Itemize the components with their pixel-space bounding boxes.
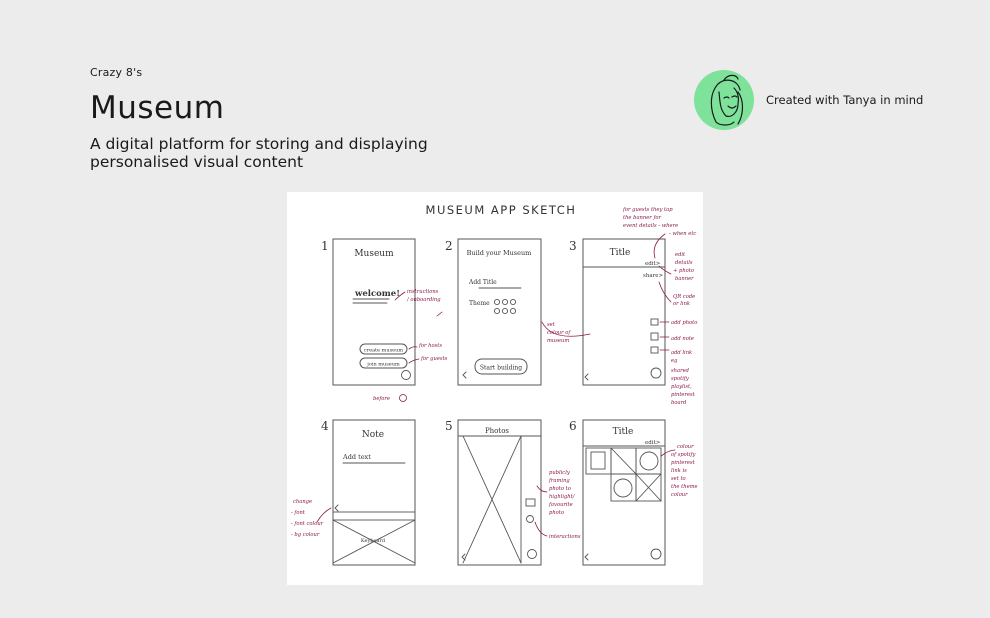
- screen-3-edit: edit>: [645, 261, 661, 267]
- avatar: [694, 70, 754, 130]
- screen-2-field: Add Title: [468, 279, 497, 286]
- page-title: Museum: [90, 90, 225, 126]
- note-for-guests: for guests: [420, 356, 448, 362]
- page-subtitle: A digital platform for storing and displ…: [90, 135, 428, 171]
- screen-2-title: Build your Museum: [467, 249, 532, 257]
- screen-6-edit: edit>: [645, 440, 661, 446]
- note-add-note: add note: [671, 336, 694, 342]
- screen-1-title: Museum: [354, 249, 394, 259]
- sketch-image: MUSEUM APP SKETCH 1 2 3 4 5 6 Museum wel…: [287, 192, 703, 585]
- note-qr-1: QR code: [673, 294, 695, 300]
- screen-6-title: Title: [613, 427, 634, 437]
- note-add-link-6: pinterest: [671, 392, 696, 398]
- note-publicly-6: photo: [549, 510, 564, 516]
- note-publicly-1: publicly: [549, 470, 570, 476]
- note-set-colour-1: set: [547, 322, 556, 328]
- screen-3-number: 3: [569, 239, 577, 253]
- credit-text: Created with Tanya in mind: [766, 93, 924, 107]
- note-add-link-4: spotify: [671, 376, 689, 382]
- note-add-link-5: playlist,: [671, 384, 692, 390]
- screen-6-number: 6: [569, 419, 577, 433]
- screen-1-number: 1: [321, 239, 329, 253]
- note-add-photo: add photo: [671, 320, 697, 326]
- screen-2-start-label: Start building: [480, 365, 522, 372]
- note-publicly-2: framing: [548, 478, 570, 484]
- note-change-3: - font colour: [291, 521, 324, 527]
- note-change-2: - font: [291, 510, 306, 516]
- screen-4-number: 4: [321, 419, 329, 433]
- note-edit-details-4: banner: [675, 276, 694, 282]
- screen-2-number: 2: [445, 239, 453, 253]
- note-publicly-4: highlight/: [549, 494, 576, 500]
- note-guests-2: the banner for: [623, 215, 661, 221]
- note-before: before: [373, 396, 390, 402]
- note-qr-2: or link: [673, 301, 690, 307]
- note-publicly-3: photo to: [549, 486, 571, 492]
- note-add-link-1: add link: [671, 350, 692, 356]
- screen-3-title: Title: [610, 248, 631, 258]
- note-edit-details-1: edit: [675, 252, 686, 258]
- note-add-link-7: board: [671, 400, 687, 406]
- screen-3-share: share>: [643, 273, 664, 279]
- note-colour-spotify-3: pinterest: [671, 460, 696, 466]
- note-colour-spotify-6: the theme: [671, 484, 698, 490]
- note-colour-spotify-4: link is: [671, 468, 687, 474]
- sketch-heading: MUSEUM APP SKETCH: [426, 203, 577, 217]
- screen-2-theme: Theme: [469, 300, 490, 307]
- note-colour-spotify-1: colour: [677, 444, 694, 450]
- note-interactions: interactions: [549, 534, 581, 540]
- screen-1-welcome: welcome!: [354, 289, 400, 299]
- note-guests-3: event details - where: [623, 223, 678, 229]
- note-colour-spotify-5: set to: [671, 476, 686, 482]
- face-sketch-icon: [710, 74, 744, 126]
- screen-4-field: Add text: [342, 453, 371, 461]
- eyebrow-label: Crazy 8's: [90, 66, 143, 79]
- screen-4-title: Note: [362, 430, 384, 440]
- note-set-colour-3: museum: [547, 338, 569, 344]
- note-edit-details-3: + photo: [673, 268, 694, 274]
- note-add-link-3: shared: [671, 368, 690, 374]
- screen-1-create-label: create museum: [364, 348, 403, 354]
- note-publicly-5: favourite: [548, 502, 573, 508]
- note-add-link-2: eg: [671, 358, 678, 364]
- note-colour-spotify-2: of spotify: [671, 452, 695, 458]
- note-guests-4: - when etc: [669, 231, 696, 237]
- screen-5-title: Photos: [485, 427, 509, 435]
- note-instructions-2: / onboarding: [406, 297, 441, 303]
- note-change-4: - bg colour: [291, 532, 320, 538]
- note-edit-details-2: details: [675, 260, 693, 266]
- note-instructions-1: instructions: [407, 289, 439, 295]
- note-guests-1: for guests they tap: [622, 207, 673, 213]
- screen-5-frame: [457, 419, 542, 566]
- screen-1-join-label: join museum: [366, 362, 400, 368]
- screen-5-number: 5: [445, 419, 453, 433]
- note-colour-spotify-7: colour: [671, 492, 688, 498]
- note-for-hosts: for hosts: [418, 343, 442, 349]
- note-change-1: change: [293, 499, 312, 505]
